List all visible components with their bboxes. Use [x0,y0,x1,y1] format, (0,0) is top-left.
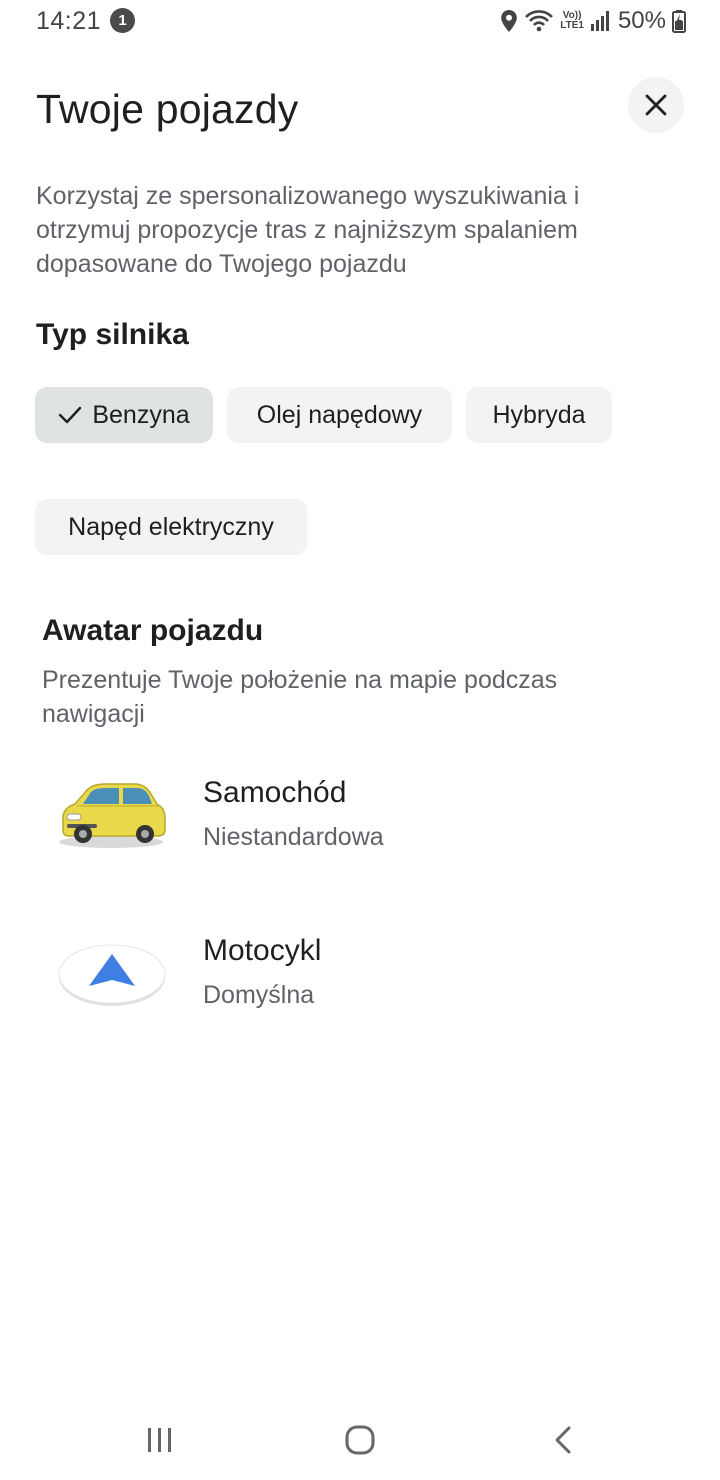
home-button[interactable] [330,1420,390,1460]
vehicle-name: Samochód [203,776,347,809]
back-icon [555,1426,571,1454]
close-button[interactable] [628,77,684,133]
recent-apps-button[interactable] [130,1420,190,1460]
vehicle-item-car[interactable]: Samochód Niestandardowa [0,760,720,880]
wifi-icon [525,10,554,32]
battery-icon [672,10,686,33]
chip-naped-elektryczny[interactable]: Napęd elektryczny [35,499,307,555]
avatar-description: Prezentuje Twoje położenie na mapie podc… [42,666,558,728]
chip-label: Benzyna [92,400,190,429]
volte-indicator: Vo)) LTE1 [560,10,584,31]
notification-badge: 1 [110,8,135,33]
status-time: 14:21 [36,7,102,35]
location-icon [501,10,518,32]
check-icon [58,405,82,425]
chip-label: Hybryda [492,400,586,429]
recent-apps-icon [148,1428,171,1452]
avatar-title: Awatar pojazdu [42,614,264,647]
chip-hybryda[interactable]: Hybryda [466,387,612,443]
battery-percent: 50% [617,7,666,34]
vehicle-subtitle: Domyślna [203,981,315,1009]
home-icon [345,1425,375,1455]
chip-olej-napedowy[interactable]: Olej napędowy [227,387,452,443]
status-icons: Vo)) LTE1 50% [500,6,686,36]
vehicle-subtitle: Niestandardowa [203,823,384,851]
close-icon [645,94,667,116]
system-nav-bar [0,1400,720,1480]
chip-label: Napęd elektryczny [68,512,274,541]
yellow-car-icon [50,760,174,860]
vehicle-item-motorcycle[interactable]: Motocykl Domyślna [0,918,720,1038]
back-button[interactable] [533,1420,593,1460]
engine-type-title: Typ silnika [36,318,189,351]
signal-icon [590,11,609,31]
vehicle-name: Motocykl [203,934,322,967]
navigation-arrow-icon [50,918,174,1018]
chip-label: Olej napędowy [256,400,423,429]
status-bar: 14:21 1 Vo)) LTE1 50% [0,0,720,44]
chip-benzyna[interactable]: Benzyna [35,387,213,443]
description: Korzystaj ze spersonalizowanego wyszukiw… [36,182,580,278]
page-title: Twoje pojazdy [36,86,299,132]
